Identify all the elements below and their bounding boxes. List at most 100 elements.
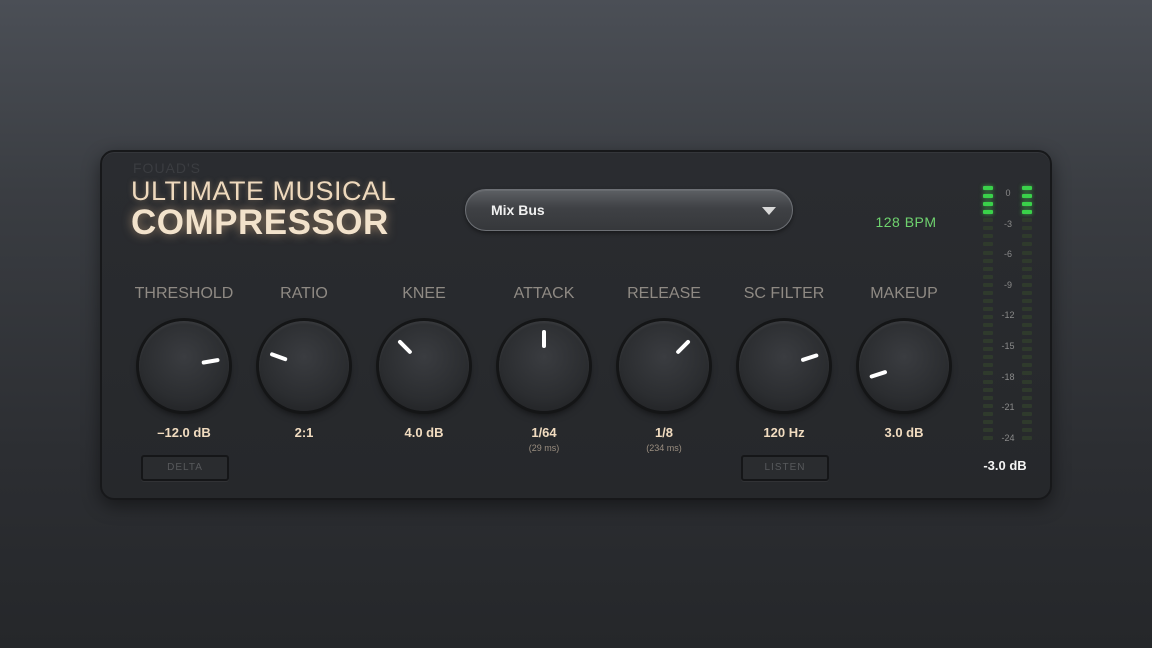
- meter-segment: [1022, 363, 1032, 368]
- meter-segment: [983, 427, 993, 432]
- meter-segment: [983, 347, 993, 352]
- knob-value: 1/64: [531, 425, 557, 440]
- knob-label: RELEASE: [627, 285, 701, 302]
- compressor-panel: FOUAD'S ULTIMATE MUSICAL COMPRESSOR Mix …: [100, 150, 1052, 500]
- meter-segment: [983, 186, 993, 190]
- meter-tick-label: -24: [1001, 432, 1015, 443]
- knob-value: 1/8: [654, 425, 674, 440]
- knob-indicator: [869, 369, 888, 380]
- meter-segment: [983, 435, 993, 440]
- meter-segment: [983, 355, 993, 360]
- caret-down-icon: [762, 207, 776, 215]
- knob-value: 3.0 dB: [884, 425, 924, 440]
- meter-segment: [1022, 419, 1032, 424]
- knob-indicator: [201, 357, 220, 365]
- meter-segment: [1022, 210, 1032, 215]
- meter-segment: [1022, 266, 1032, 271]
- meter-segment: [983, 234, 993, 239]
- knob-value: –12.0 dB: [157, 425, 211, 440]
- meter-segment: [1022, 194, 1032, 199]
- meter-segment: [1022, 387, 1032, 392]
- meter-segment: [1022, 258, 1032, 263]
- meter-segment: [1022, 347, 1032, 352]
- meter-segment: [983, 194, 993, 199]
- meter-segment: [983, 315, 993, 319]
- meter-segment: [1022, 427, 1032, 432]
- attack-knob[interactable]: [499, 321, 589, 411]
- meter-segment: [983, 298, 993, 303]
- meter-segment: [1022, 290, 1032, 295]
- meter-segment: [1022, 242, 1032, 247]
- meter-tick-label: -9: [1003, 279, 1012, 290]
- meter-tick-label: -3: [1003, 218, 1012, 229]
- meter-segment: [1022, 435, 1032, 440]
- knob-value: 4.0 dB: [404, 425, 444, 440]
- delta-button[interactable]: DELTA: [141, 455, 229, 481]
- listen-button[interactable]: LISTEN: [741, 455, 829, 481]
- meter-segment: [1022, 339, 1032, 344]
- meter-segment: [1022, 298, 1032, 303]
- meter-segment: [1022, 355, 1032, 360]
- knob-indicator: [397, 339, 413, 355]
- meter-segment: [983, 371, 993, 376]
- meter-segment: [983, 218, 993, 223]
- meter-segment: [1022, 186, 1032, 190]
- knob-label: KNEE: [402, 285, 446, 302]
- preset-dropdown[interactable]: Mix Bus: [465, 189, 793, 231]
- meter-tick-label: -6: [1003, 249, 1012, 260]
- threshold-knob[interactable]: [139, 321, 229, 411]
- knob-value: 120 Hz: [763, 425, 805, 440]
- meter-segment: [983, 419, 993, 424]
- meter-segment: [983, 282, 993, 287]
- meter-segment: [983, 331, 993, 336]
- meter-segment: [1022, 234, 1032, 239]
- meter-tick-label: 0: [1005, 188, 1011, 198]
- knob-subvalue: (234 ms): [646, 443, 682, 453]
- meter-segment: [1022, 395, 1032, 400]
- meter-segment: [1022, 379, 1032, 384]
- meter-tick-label: -15: [1001, 341, 1015, 351]
- meter-tick-label: -18: [1001, 371, 1015, 382]
- meter-segment: [983, 242, 993, 247]
- meter-segment: [1022, 218, 1032, 223]
- meter-segment: [1022, 202, 1032, 207]
- output-meter: 0 -3 -6 -9 -12 -15 -18 -21 -24: [983, 186, 1033, 444]
- knob-indicator: [542, 330, 546, 348]
- meter-segment: [1022, 250, 1032, 255]
- meter-segment: [983, 339, 993, 344]
- knee-knob[interactable]: [379, 321, 469, 411]
- ratio-knob[interactable]: [259, 321, 349, 411]
- meter-scale: 0 -3 -6 -9 -12 -15 -18 -21 -24: [994, 186, 1022, 444]
- knob-subvalue: (29 ms): [528, 443, 560, 453]
- meter-segment: [983, 210, 993, 215]
- meter-column-left: [983, 186, 993, 444]
- meter-segment: [1022, 282, 1032, 287]
- knob-value: 2:1: [294, 425, 314, 440]
- meter-segment: [983, 226, 993, 231]
- product-title-line2: COMPRESSOR: [131, 203, 389, 242]
- meter-segment: [983, 363, 993, 368]
- meter-segment: [983, 266, 993, 271]
- meter-segment: [983, 395, 993, 400]
- meter-segment: [983, 403, 993, 408]
- meter-segment: [983, 411, 993, 416]
- sc-filter-knob[interactable]: [739, 321, 829, 411]
- meter-segment: [983, 387, 993, 392]
- meter-segment: [1022, 331, 1032, 336]
- knob-indicator: [269, 351, 288, 362]
- meter-segment: [1022, 306, 1032, 311]
- knob-label: ATTACK: [513, 285, 575, 302]
- makeup-knob[interactable]: [859, 321, 949, 411]
- meter-segment: [1022, 411, 1032, 416]
- meter-segment: [983, 274, 993, 279]
- meter-segment: [1022, 315, 1032, 319]
- release-knob[interactable]: [619, 321, 709, 411]
- meter-segment: [983, 290, 993, 295]
- meter-readout: -3.0 dB: [983, 458, 1027, 473]
- meter-segment: [983, 323, 993, 328]
- meter-segment: [983, 258, 993, 263]
- meter-segment: [983, 250, 993, 255]
- knob-indicator: [675, 339, 691, 355]
- knob-indicator: [800, 352, 819, 363]
- meter-segment: [983, 379, 993, 384]
